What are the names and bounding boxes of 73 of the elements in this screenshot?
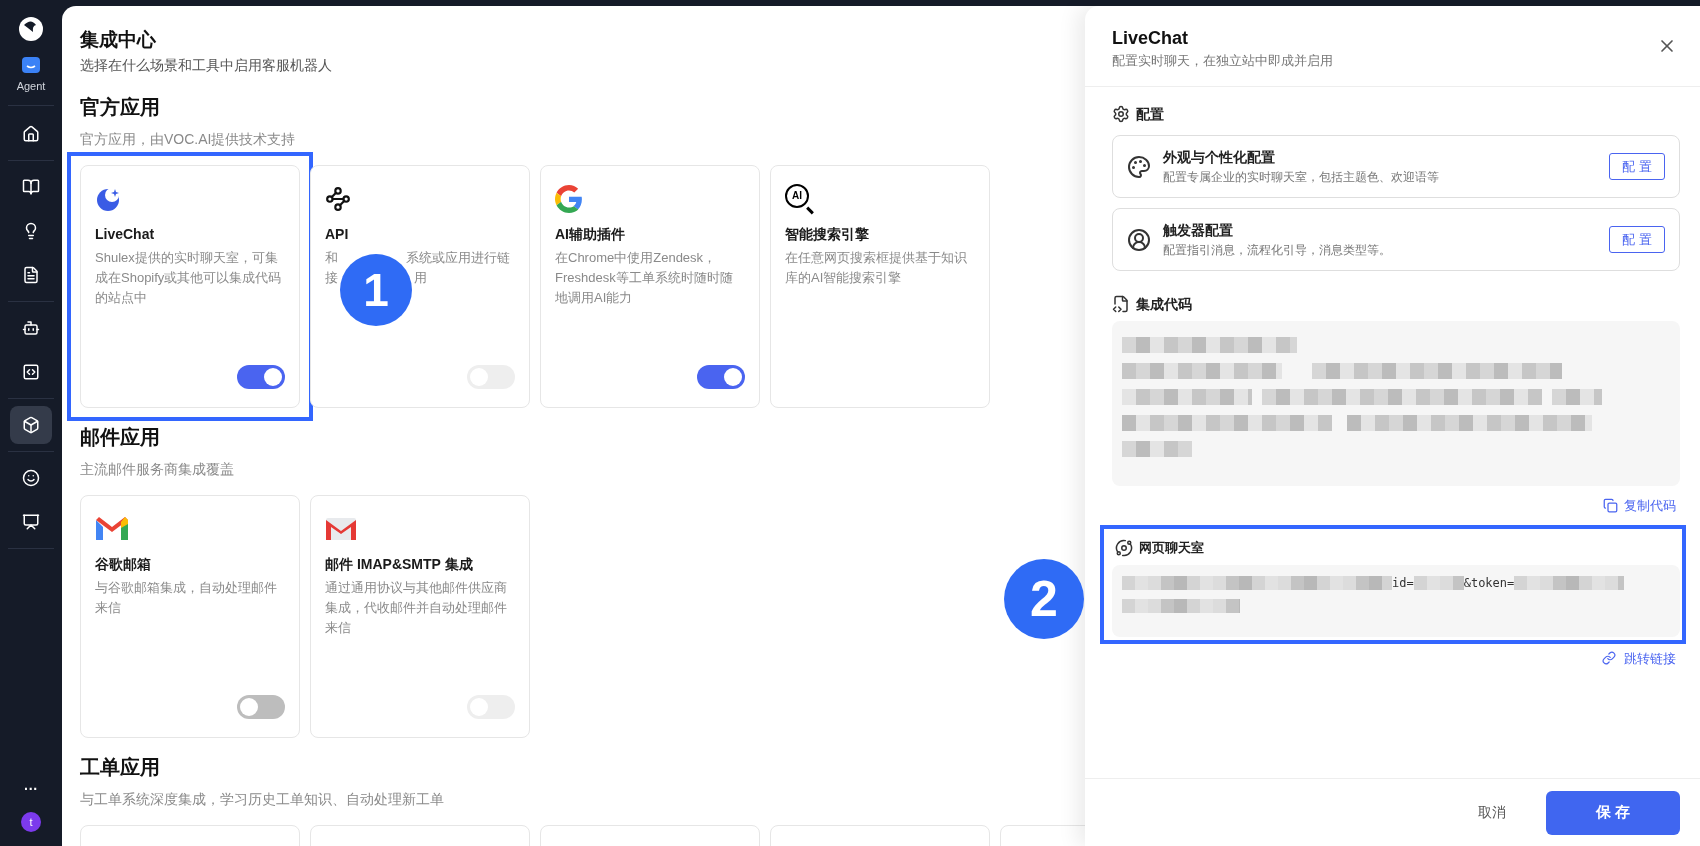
planet-icon	[1115, 538, 1133, 557]
more-button[interactable]: ···	[24, 779, 38, 800]
section-subtitle: 官方应用，由VOC.AI提供技术支持	[80, 130, 296, 149]
code-icon	[22, 362, 40, 381]
toggle-switch[interactable]	[237, 365, 285, 389]
card-description: 和	[325, 249, 338, 267]
section-heading: 工单应用	[80, 755, 160, 780]
card-description: 接	[325, 269, 338, 287]
app-card[interactable]: LiveChat Shulex提供的实时聊天室，可集成在Shopify或其他可以集成代码的站点中	[80, 165, 300, 408]
section-heading: 网页聊天室	[1139, 538, 1204, 557]
palette-icon	[1127, 154, 1151, 179]
home-icon	[22, 124, 40, 143]
card-description: 与谷歌邮箱集成，自动处理邮件来信	[95, 579, 278, 617]
app-card[interactable]: AI 智能搜索引擎 在任意网页搜索框提供基于知识库的AI智能搜索引擎	[770, 165, 990, 408]
jump-link[interactable]: 跳转链接	[1602, 648, 1676, 668]
save-button[interactable]: 保 存	[1546, 790, 1680, 835]
user-avatar[interactable]: t	[21, 812, 41, 832]
smile-icon	[22, 468, 40, 487]
robot-icon	[22, 318, 40, 337]
toggle-switch[interactable]	[237, 695, 285, 719]
mail-icon	[325, 517, 357, 541]
chat-icon[interactable]	[21, 56, 41, 76]
link-icon	[1602, 651, 1616, 666]
settings-icon	[1112, 105, 1130, 123]
copy-icon	[1603, 498, 1618, 514]
cancel-button[interactable]: 取消	[1478, 802, 1506, 823]
drawer-title: LiveChat	[1112, 27, 1190, 50]
card-title: AI辅助插件	[555, 225, 626, 244]
section-heading: 集成代码	[1136, 294, 1192, 314]
card-title: 谷歌邮箱	[95, 555, 152, 574]
mail-icon	[95, 516, 129, 542]
config-title: 外观与个性化配置	[1163, 147, 1276, 167]
page-subtitle: 选择在什么场景和工具中启用客服机器人	[80, 56, 332, 75]
code-icon	[1112, 295, 1130, 313]
sidebar-item[interactable]	[10, 405, 52, 444]
config-description: 配置指引消息，流程化引导，消息类型等。	[1163, 241, 1392, 259]
section-subtitle: 主流邮件服务商集成覆盖	[80, 460, 234, 479]
section-subtitle: 与工单系统深度集成，学习历史工单知识、自动处理新工单	[80, 790, 444, 809]
logo-icon	[18, 16, 44, 42]
agent-label: Agent	[16, 79, 46, 94]
book-icon	[22, 177, 40, 196]
id-label: id=	[1392, 574, 1414, 592]
section-heading: 配置	[1136, 104, 1164, 124]
section-heading: 邮件应用	[80, 425, 160, 450]
card-description: 通过通用协议与其他邮件供应商集成，代收邮件并自动处理邮件来信	[325, 579, 508, 637]
card-description: 在任意网页搜索框提供基于知识库的AI智能搜索引擎	[785, 249, 968, 287]
card-title: API	[325, 225, 350, 244]
card-title: 智能搜索引擎	[785, 225, 870, 244]
configure-button[interactable]: 配 置	[1609, 226, 1665, 253]
page-title: 集成中心	[80, 28, 156, 52]
config-description: 配置专属企业的实时聊天室，包括主题色、欢迎语等	[1163, 168, 1440, 186]
drawer-subtitle: 配置实时聊天，在独立站中即成并启用	[1112, 52, 1334, 70]
person-pin-icon	[1127, 227, 1151, 252]
card-title: LiveChat	[95, 225, 156, 244]
card-description: 在Chrome中使用Zendesk，Freshdesk等工单系统时随时随地调用AI能力	[555, 249, 734, 307]
api-icon	[325, 186, 351, 212]
chart-board-icon	[22, 512, 40, 531]
app-card[interactable]: 谷歌邮箱 与谷歌邮箱集成，自动处理邮件来信	[80, 495, 300, 738]
config-title: 触发器配置	[1163, 220, 1234, 240]
app-card[interactable]: AI辅助插件 在Chrome中使用Zendesk，Freshdesk等工单系统时随时随地调用AI能力	[540, 165, 760, 408]
card-description: 用	[414, 269, 427, 287]
document-icon	[22, 265, 40, 284]
google-icon	[555, 185, 583, 213]
card-description: Shulex提供的实时聊天室，可集成在Shopify或其他可以集成代码的站点中	[95, 249, 283, 307]
card-title: 邮件 IMAP&SMTP 集成	[325, 555, 474, 574]
configure-button[interactable]: 配 置	[1609, 153, 1665, 180]
redacted-text-drawing	[1413, 575, 1464, 590]
section-heading: 官方应用	[80, 95, 160, 120]
toggle-switch[interactable]	[697, 365, 745, 389]
token-label: &token=	[1463, 574, 1515, 592]
copy-code-link[interactable]: 复制代码	[1603, 496, 1676, 516]
app-card[interactable]: 邮件 IMAP&SMTP 集成 通过通用协议与其他邮件供应商集成，代收邮件并自动处理邮件来信	[310, 495, 530, 738]
cube-icon	[22, 415, 40, 434]
